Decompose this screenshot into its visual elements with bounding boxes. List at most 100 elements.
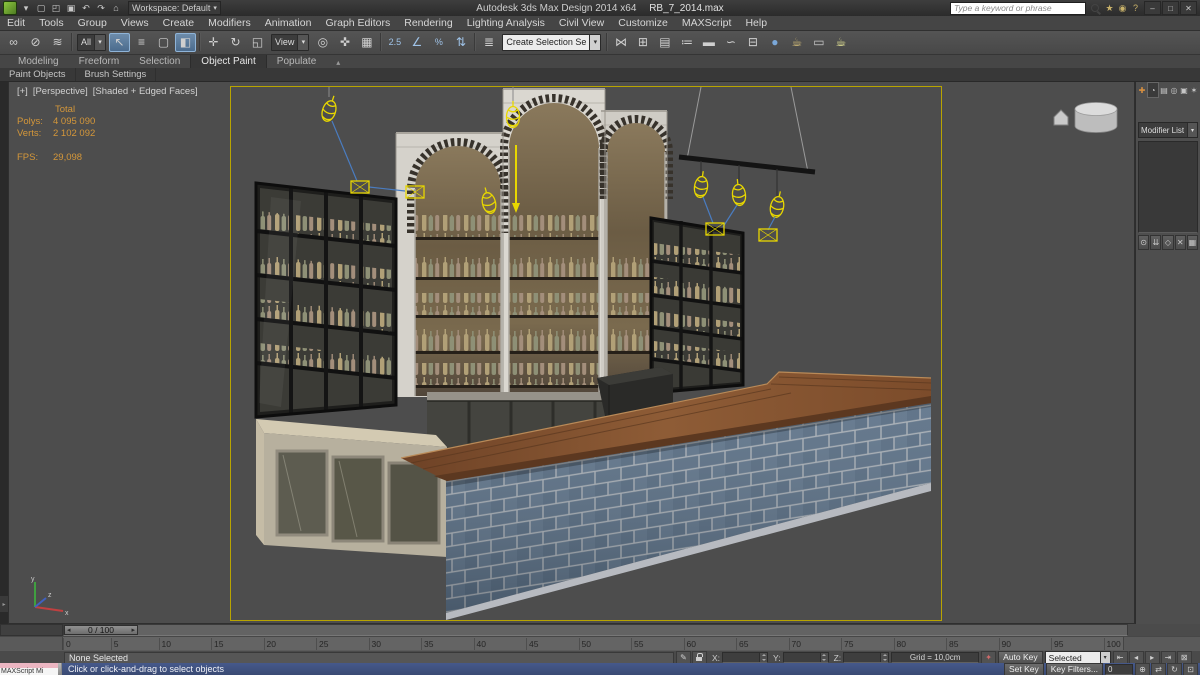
toggle-ribbon-icon[interactable]: ▬ bbox=[698, 33, 719, 52]
motion-tab-icon[interactable]: ◎ bbox=[1169, 83, 1179, 97]
help-icon[interactable]: ? bbox=[1129, 2, 1142, 14]
menu-rendering[interactable]: Rendering bbox=[397, 17, 459, 30]
subtab-paint-objects[interactable]: Paint Objects bbox=[0, 68, 76, 81]
save-file-icon[interactable]: ▣ bbox=[64, 2, 78, 15]
menu-civil-view[interactable]: Civil View bbox=[552, 17, 611, 30]
align-icon[interactable]: ⊞ bbox=[632, 33, 653, 52]
expand-panel-arrow-icon[interactable]: ▸ bbox=[0, 596, 8, 612]
maxscript-scrollbar[interactable] bbox=[58, 663, 61, 675]
display-tab-icon[interactable]: ▣ bbox=[1179, 83, 1189, 97]
z-coordinate-field[interactable] bbox=[843, 652, 890, 663]
selection-region-icon[interactable]: ▢ bbox=[153, 33, 174, 52]
selection-filter-combo[interactable]: All ▾ bbox=[77, 33, 107, 51]
menu-create[interactable]: Create bbox=[156, 17, 202, 30]
undo-icon[interactable]: ↶ bbox=[79, 2, 93, 15]
menu-tools[interactable]: Tools bbox=[32, 17, 71, 30]
left-counter[interactable] bbox=[256, 419, 447, 557]
schematic-view-icon[interactable]: ⊟ bbox=[742, 33, 763, 52]
project-folder-icon[interactable]: ⌂ bbox=[109, 2, 123, 15]
percent-snap-toggle-icon[interactable]: % bbox=[428, 33, 449, 52]
viewport-pov-menu[interactable]: [Perspective] bbox=[33, 86, 88, 97]
scene-render[interactable] bbox=[231, 87, 941, 620]
arch-back-wall[interactable] bbox=[395, 88, 673, 397]
keyboard-shortcut-override-icon[interactable]: ▦ bbox=[356, 33, 377, 52]
utilities-tab-icon[interactable]: ✶ bbox=[1189, 83, 1199, 97]
z-spinner[interactable] bbox=[880, 653, 889, 662]
reference-coordinate-combo[interactable]: View ▾ bbox=[271, 33, 310, 51]
menu-group[interactable]: Group bbox=[71, 17, 114, 30]
menu-modifiers[interactable]: Modifiers bbox=[201, 17, 258, 30]
angle-snap-toggle-icon[interactable]: ∠ bbox=[406, 33, 427, 52]
menu-help[interactable]: Help bbox=[738, 17, 774, 30]
select-and-manipulate-icon[interactable]: ✜ bbox=[334, 33, 355, 52]
ribbon-minimize-icon[interactable]: ▴ bbox=[332, 57, 344, 68]
modifier-stack-list[interactable] bbox=[1138, 141, 1198, 233]
communication-center-icon[interactable]: ◉ bbox=[1116, 2, 1129, 14]
menu-maxscript[interactable]: MAXScript bbox=[675, 17, 739, 30]
x-spinner[interactable] bbox=[759, 653, 768, 662]
open-file-icon[interactable]: ◰ bbox=[49, 2, 63, 15]
search-input[interactable] bbox=[950, 1, 1086, 15]
bind-to-space-warp-icon[interactable]: ≋ bbox=[47, 33, 68, 52]
y-coordinate-field[interactable] bbox=[782, 652, 829, 663]
modify-tab-icon[interactable]: ◔ bbox=[1147, 82, 1159, 98]
window-crossing-toggle-icon[interactable]: ◧ bbox=[175, 32, 197, 52]
viewport-shading-menu[interactable]: [Shaded + Edged Faces] bbox=[93, 86, 198, 97]
make-unique-icon[interactable]: ◇ bbox=[1162, 235, 1174, 250]
create-tab-icon[interactable]: ✚ bbox=[1137, 83, 1147, 97]
maxscript-mini-listener[interactable]: MAXScript Mi bbox=[0, 663, 62, 675]
y-spinner[interactable] bbox=[819, 653, 828, 662]
select-by-name-icon[interactable]: ≡ bbox=[131, 33, 152, 52]
next-frame-arrow-icon[interactable]: ▸ bbox=[131, 626, 135, 634]
snaps-toggle-icon[interactable]: 2.5 bbox=[384, 33, 405, 52]
app-menu-arrow-icon[interactable]: ▾ bbox=[19, 2, 33, 15]
pin-stack-icon[interactable]: ⊙ bbox=[1138, 235, 1150, 250]
menu-animation[interactable]: Animation bbox=[258, 17, 319, 30]
previous-frame-arrow-icon[interactable]: ◂ bbox=[67, 626, 71, 634]
rendered-frame-window-icon[interactable]: ▭ bbox=[808, 33, 829, 52]
toggle-layer-explorer-icon[interactable]: ≔ bbox=[676, 33, 697, 52]
key-filters-button[interactable]: Key Filters... bbox=[1045, 662, 1103, 675]
menu-lighting-analysis[interactable]: Lighting Analysis bbox=[460, 17, 552, 30]
pan-view-button[interactable]: ⇄ bbox=[1151, 662, 1166, 675]
favorites-star-icon[interactable]: ★ bbox=[1103, 2, 1116, 14]
restore-button[interactable]: □ bbox=[1162, 1, 1179, 15]
time-slider-track[interactable]: ◂ 0 / 100 ▸ bbox=[63, 624, 1128, 636]
ribbon-tab-object-paint[interactable]: Object Paint bbox=[190, 54, 267, 68]
select-and-link-icon[interactable]: ∞ bbox=[3, 33, 24, 52]
viewport-general-menu[interactable]: [+] bbox=[17, 86, 28, 97]
ribbon-tab-modeling[interactable]: Modeling bbox=[8, 55, 69, 68]
viewport-perspective[interactable]: [+] [Perspective] [Shaded + Edged Faces]… bbox=[8, 81, 1135, 624]
menu-customize[interactable]: Customize bbox=[611, 17, 675, 30]
search-button[interactable] bbox=[1088, 2, 1101, 14]
named-selection-sets-combo[interactable]: Create Selection Se ▾ bbox=[502, 33, 602, 51]
close-button[interactable]: ✕ bbox=[1180, 1, 1197, 15]
spinner-snap-toggle-icon[interactable]: ⇅ bbox=[450, 33, 471, 52]
remove-modifier-icon[interactable]: ✕ bbox=[1174, 235, 1186, 250]
select-object-icon[interactable]: ↖ bbox=[109, 32, 131, 52]
show-end-result-icon[interactable]: ⇊ bbox=[1150, 235, 1162, 250]
select-and-scale-icon[interactable]: ◱ bbox=[247, 33, 268, 52]
select-and-rotate-icon[interactable]: ↻ bbox=[225, 33, 246, 52]
viewcube[interactable] bbox=[1046, 96, 1126, 142]
curve-editor-icon[interactable]: ∽ bbox=[720, 33, 741, 52]
render-production-icon[interactable]: ☕ bbox=[830, 33, 851, 52]
modifier-list-combo[interactable]: Modifier List ▾ bbox=[1138, 122, 1198, 138]
maximize-viewport-toggle[interactable]: ⊡ bbox=[1183, 662, 1198, 675]
ribbon-tab-freeform[interactable]: Freeform bbox=[69, 55, 130, 68]
select-and-move-icon[interactable]: ✛ bbox=[203, 33, 224, 52]
right-shelving-cabinet[interactable] bbox=[649, 216, 745, 395]
new-scene-icon[interactable]: ▢ bbox=[34, 2, 48, 15]
zoom-view-button[interactable]: ⊕ bbox=[1135, 662, 1150, 675]
menu-views[interactable]: Views bbox=[114, 17, 156, 30]
edit-named-selection-sets-icon[interactable]: ≣ bbox=[478, 33, 499, 52]
left-shelving-cabinet[interactable] bbox=[254, 181, 398, 419]
set-key-button[interactable]: Set Key bbox=[1003, 662, 1044, 675]
time-slider-handle[interactable]: ◂ 0 / 100 ▸ bbox=[64, 625, 138, 635]
app-logo-icon[interactable] bbox=[3, 1, 17, 15]
material-editor-icon[interactable]: ● bbox=[764, 33, 785, 52]
use-pivot-point-icon[interactable]: ◎ bbox=[312, 33, 333, 52]
minimize-button[interactable]: – bbox=[1144, 1, 1161, 15]
menu-edit[interactable]: Edit bbox=[0, 17, 32, 30]
hierarchy-tab-icon[interactable]: ▤ bbox=[1159, 83, 1169, 97]
